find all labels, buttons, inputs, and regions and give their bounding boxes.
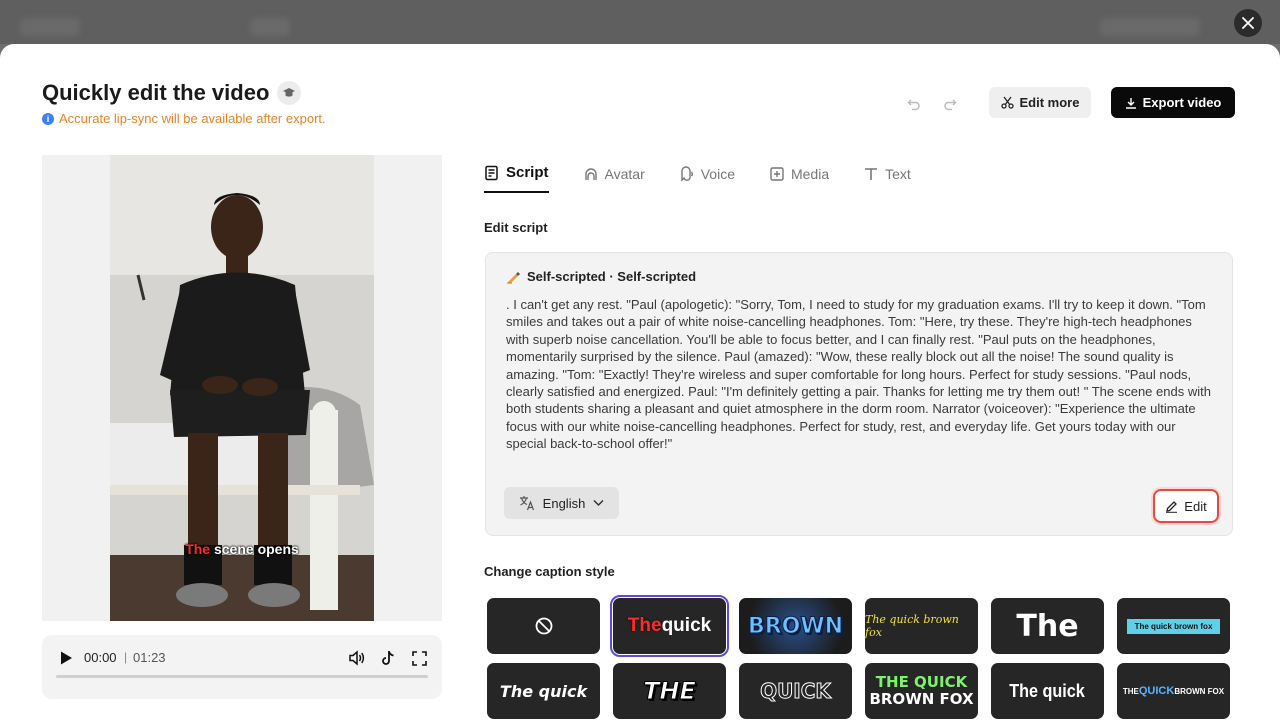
caption-style-sample: BROWN FOX — [869, 690, 974, 708]
tab-script[interactable]: Script — [484, 156, 549, 193]
total-time: 01:23 — [133, 650, 166, 665]
script-editor: Self-scripted · Self-scripted . I can't … — [485, 252, 1233, 536]
play-button[interactable] — [58, 650, 74, 666]
tab-script-label: Script — [506, 164, 549, 181]
tiktok-button[interactable] — [379, 649, 397, 667]
media-icon — [770, 166, 784, 181]
language-label: English — [542, 495, 586, 511]
caption-style-sample: quick — [661, 615, 712, 636]
tab-voice-label: Voice — [700, 165, 735, 182]
caption-style-green-quick-brown[interactable]: THE QUICK BROWN FOX — [865, 663, 978, 719]
caption-style-none[interactable] — [487, 598, 600, 654]
pencil-icon — [1166, 500, 1178, 513]
chevron-down-icon — [593, 499, 604, 507]
caption-style-condensed-the-quick[interactable]: The quick — [991, 663, 1104, 719]
caption-style-sample: The quick — [499, 681, 588, 701]
caption-highlight-word: The — [185, 541, 211, 557]
caption-style-sample: The quick — [1009, 680, 1086, 701]
quick-edit-modal: Quickly edit the video i Accurate lip-sy… — [0, 44, 1280, 721]
play-icon — [61, 651, 72, 665]
caption-style-sample: QUICK — [760, 679, 832, 704]
caption-style-quick-outline[interactable]: QUICK — [739, 663, 852, 719]
script-source-label: Self-scripted · Self-scripted — [527, 269, 697, 284]
info-icon: i — [42, 112, 54, 125]
avatar-icon — [584, 167, 597, 180]
edit-more-button[interactable]: Edit more — [989, 87, 1091, 118]
caption-style-blue-quick[interactable]: THE QUICK BROWN FOX — [1117, 663, 1230, 719]
text-icon — [865, 167, 878, 180]
caption-style-sample: The quick brown fox — [1126, 618, 1221, 634]
caption-style-the-italic-outline[interactable]: THE — [613, 663, 726, 719]
caption-style-yellow-script[interactable]: The quick brown fox — [865, 598, 978, 654]
tab-text-label: Text — [885, 165, 911, 182]
edit-more-label: Edit more — [1019, 95, 1080, 110]
caption-style-red-the-quick[interactable]: The quick — [610, 595, 729, 657]
caption-style-cyan-box[interactable]: The quick brown fox — [1117, 598, 1230, 654]
caption-style-sample: The — [1016, 608, 1079, 644]
graduation-cap-icon — [283, 88, 296, 97]
tab-media-label: Media — [790, 165, 830, 182]
volume-button[interactable] — [348, 649, 366, 667]
video-caption: The scene opens — [110, 541, 374, 557]
no-style-icon — [535, 617, 552, 635]
tab-media[interactable]: Media — [769, 156, 829, 193]
download-icon — [1125, 97, 1136, 109]
language-select[interactable]: English — [504, 487, 619, 519]
caption-style-heading: Change caption style — [484, 564, 615, 579]
caption-style-sample: The — [627, 615, 662, 636]
caption-style-italic-the-quick[interactable]: The quick — [487, 663, 600, 719]
translate-icon — [519, 496, 534, 511]
caption-style-sample: THE — [643, 677, 697, 706]
redo-button[interactable] — [941, 95, 959, 113]
caption-style-brown-blue[interactable]: BROWN — [739, 598, 852, 654]
caption-style-sample: THE — [1122, 686, 1139, 696]
edit-script-label: Edit — [1184, 498, 1207, 514]
video-player-controls: 00:00 | 01:23 — [42, 635, 442, 699]
redo-icon — [944, 99, 957, 111]
script-text: . I can't get any rest. "Paul (apologeti… — [506, 297, 1211, 452]
script-source-header: Self-scripted · Self-scripted — [506, 269, 696, 284]
tiktok-icon — [382, 650, 394, 665]
current-time: 00:00 — [84, 650, 117, 665]
edit-script-button[interactable]: Edit — [1153, 489, 1219, 523]
undo-button[interactable] — [905, 95, 923, 113]
edit-script-heading: Edit script — [484, 220, 548, 235]
caption-style-grid: The quick BROWN The quick brown fox The … — [487, 595, 1233, 719]
export-video-button[interactable]: Export video — [1111, 87, 1235, 118]
video-preview-area: The scene opens — [42, 155, 442, 621]
tutorial-badge[interactable] — [277, 81, 302, 105]
script-icon — [485, 165, 498, 180]
editor-tabs: Script Avatar Voice Media Text — [484, 156, 945, 193]
time-separator: | — [124, 650, 128, 664]
caption-style-sample: BROWN FOX — [1174, 686, 1225, 696]
caption-style-sample: THE QUICK — [875, 673, 968, 691]
lipsync-notice: i Accurate lip-sync will be available af… — [42, 111, 326, 126]
background-app-bar — [0, 0, 1280, 44]
caption-style-sample: The quick brown fox — [865, 613, 959, 639]
caption-style-big-the[interactable]: The — [991, 598, 1104, 654]
fullscreen-icon — [411, 650, 427, 666]
export-video-label: Export video — [1142, 95, 1222, 110]
video-preview[interactable]: The scene opens — [110, 155, 374, 621]
close-button[interactable] — [1234, 9, 1262, 37]
volume-icon — [349, 650, 365, 666]
tab-voice[interactable]: Voice — [679, 156, 735, 193]
page-title: Quickly edit the video — [42, 80, 270, 105]
caption-style-sample: QUICK — [1138, 685, 1175, 697]
playback-progress-bar[interactable] — [56, 675, 428, 678]
voice-icon — [681, 165, 693, 182]
lipsync-notice-text: Accurate lip-sync will be available afte… — [59, 111, 326, 126]
close-icon — [1242, 17, 1254, 29]
caption-style-sample: BROWN — [747, 613, 844, 639]
caption-rest: scene opens — [210, 541, 299, 557]
tab-text[interactable]: Text — [863, 156, 911, 193]
tab-avatar-label: Avatar — [604, 165, 645, 182]
writing-hand-icon — [507, 272, 520, 284]
fullscreen-button[interactable] — [410, 649, 428, 667]
tab-avatar[interactable]: Avatar — [583, 156, 645, 193]
scissors-icon — [1000, 96, 1014, 109]
undo-icon — [907, 99, 920, 111]
